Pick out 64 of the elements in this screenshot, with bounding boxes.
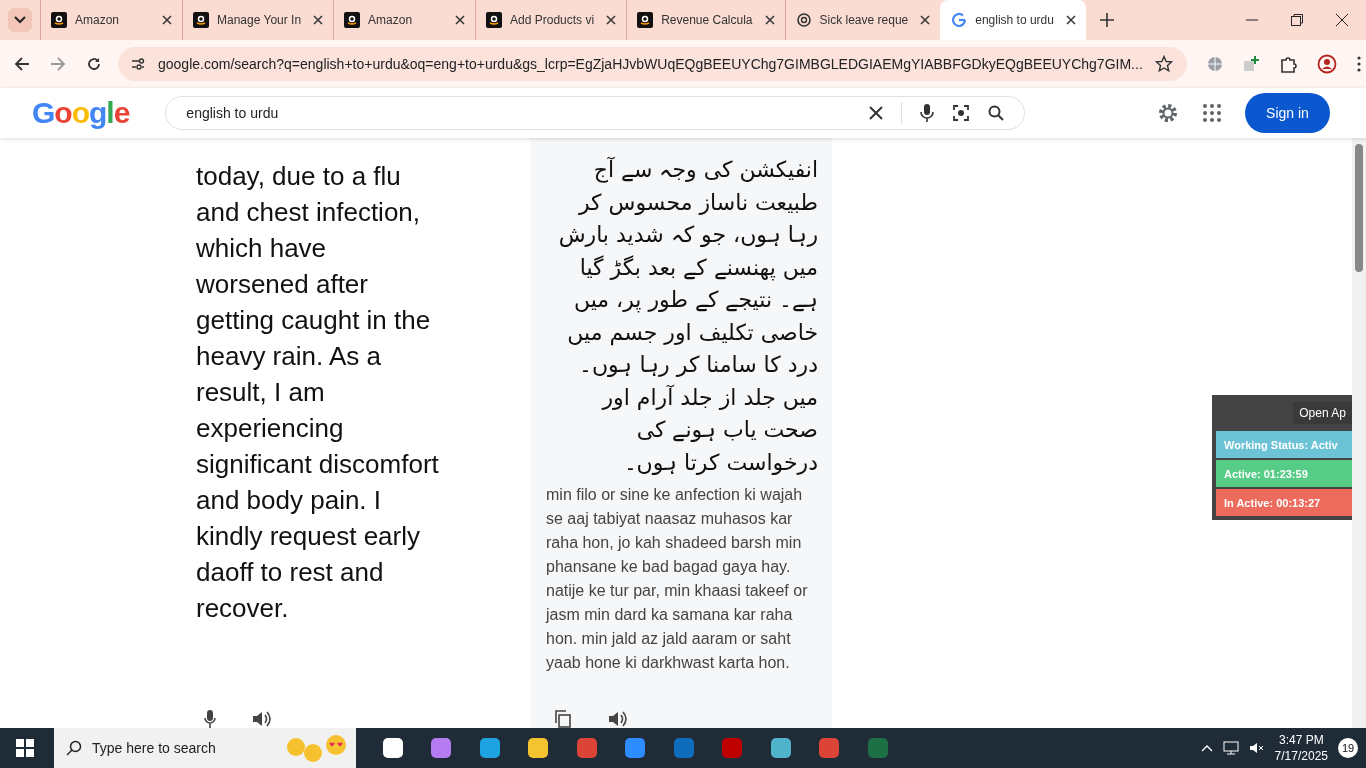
transliteration-text: min filo or sine ke anfection ki wajah se aaj tabiyat naasaz muhasos kar raha hon, jo kah shadeed barsh min phansane ke bad bagad gaya hay. natije ke tur par, min khaasi takeef or jasm min dard ka samana kar raha hon. min jald az jald aaram or saht yaab hone ki darkhwast karta hon. xyxy=(546,485,809,673)
amazon-icon xyxy=(637,12,654,28)
close-icon[interactable] xyxy=(1065,15,1076,25)
amazon-icon xyxy=(51,12,67,28)
close-icon[interactable] xyxy=(606,15,617,25)
taskbar-search-field[interactable]: Type here to search xyxy=(54,728,356,768)
chevron-up-icon[interactable] xyxy=(1200,744,1213,752)
amazon-icon xyxy=(486,12,503,28)
source-text: today, due to a flu and chest infection, which have worsened after getting caught in the heavy rain. As a result, I am experiencing significant discomfort and body pain. I kindly request early daoff to rest and recover. xyxy=(196,160,440,625)
status-row: Working Status: Activ xyxy=(1216,431,1352,458)
restore-icon[interactable] xyxy=(1291,14,1303,26)
tab-title: Amazon xyxy=(75,13,121,27)
puzzle-icon[interactable] xyxy=(1278,55,1297,73)
reload-icon[interactable] xyxy=(86,56,102,72)
amazon-icon xyxy=(193,12,209,28)
status-row: In Active: 00:13:27 xyxy=(1216,489,1352,516)
search-icon[interactable] xyxy=(988,105,1005,121)
tab-title: Add Products vi xyxy=(510,13,596,27)
clock[interactable]: 3:47 PM 7/17/2025 xyxy=(1274,732,1328,764)
apps-grid-icon[interactable] xyxy=(1203,104,1221,122)
speaker-icon[interactable] xyxy=(608,710,628,728)
extension-add-icon[interactable] xyxy=(1242,56,1259,72)
settings-icon[interactable] xyxy=(1157,102,1179,124)
close-icon[interactable] xyxy=(764,15,775,25)
profile-icon[interactable] xyxy=(1316,54,1337,74)
back-icon[interactable] xyxy=(14,56,30,72)
tab-search-button[interactable] xyxy=(8,8,32,32)
network-icon[interactable] xyxy=(1222,741,1239,755)
address-bar[interactable]: google.com/search?q=english+to+urdu&oq=eng+to+urdu&gs_lcrp=EgZjaHJvbWUqEQgBEEUYChg7GIMBGLEDGIAEMgYIABBFGDkyEQgBEEUYChg7GIM... xyxy=(118,47,1187,81)
windows-start-icon[interactable] xyxy=(16,739,34,757)
tab-title: Sick leave reque xyxy=(819,13,910,27)
close-icon[interactable] xyxy=(920,15,931,25)
sign-in-button[interactable]: Sign in xyxy=(1245,93,1330,133)
new-tab-icon[interactable] xyxy=(1099,13,1114,27)
more-icon[interactable] xyxy=(1356,56,1361,72)
scrollbar[interactable] xyxy=(1352,138,1366,728)
microphone-icon[interactable] xyxy=(920,104,935,122)
close-icon[interactable] xyxy=(455,15,466,25)
tab-title: Amazon xyxy=(368,13,414,27)
browser-tab[interactable]: english to urdu xyxy=(940,0,1086,40)
close-icon[interactable] xyxy=(162,15,172,25)
close-icon[interactable] xyxy=(1336,14,1348,26)
close-icon[interactable] xyxy=(313,15,324,25)
google-logo[interactable]: Google xyxy=(32,96,130,130)
google-icon xyxy=(951,12,968,28)
forward-icon[interactable] xyxy=(50,56,66,72)
clear-icon[interactable] xyxy=(869,106,884,120)
amazon-icon xyxy=(344,12,361,28)
chevron-down-icon xyxy=(14,16,26,24)
tab-title: Revenue Calcula xyxy=(661,13,754,27)
tab-title: Manage Your In xyxy=(217,13,303,27)
tab-title: english to urdu xyxy=(975,13,1055,27)
star-icon[interactable] xyxy=(1154,55,1173,73)
camera-icon[interactable] xyxy=(952,104,971,122)
search-icon xyxy=(66,740,82,756)
microphone-icon[interactable] xyxy=(204,710,216,728)
copy-icon[interactable] xyxy=(554,710,572,728)
open-app-button[interactable]: Open Ap xyxy=(1293,402,1352,424)
speaker-icon[interactable] xyxy=(252,710,272,728)
translated-text: انفیکشن کی وجہ سے آج طبیعت ناساز محسوس کر رہا ہوں، جو کہ شدید بارش میں پھنسنے کے بعد بگڑ گیا ہے۔ نتیجے کے طور پر، میں خاصی تکلیف اور جسم میں درد کا سامنا کر رہا ہوں۔ میں جلد از جلد آرام اور صحت یاب ہونے کی درخواست کرتا ہوں۔ xyxy=(557,155,818,477)
speaker-muted-icon[interactable] xyxy=(1248,741,1265,755)
status-row: Active: 01:23:59 xyxy=(1216,460,1352,487)
notification-button[interactable]: 19 xyxy=(1338,738,1358,758)
site-settings-icon[interactable] xyxy=(130,56,146,72)
